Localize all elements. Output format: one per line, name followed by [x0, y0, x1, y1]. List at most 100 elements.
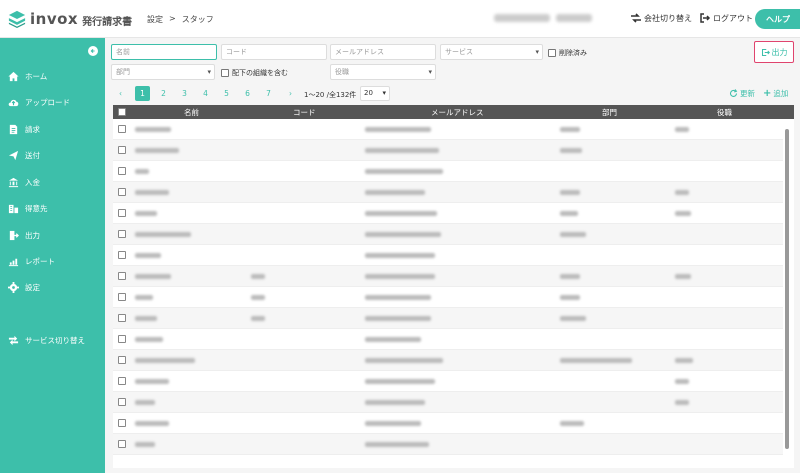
- include-sub-org-checkbox-box[interactable]: [221, 69, 229, 77]
- table-scrollbar[interactable]: [784, 125, 791, 465]
- redacted-cell: [365, 169, 443, 174]
- table-row[interactable]: [113, 329, 783, 350]
- logout-button[interactable]: ログアウト: [699, 12, 753, 24]
- pagination-page-4[interactable]: 4: [198, 86, 213, 101]
- table-row[interactable]: [113, 140, 783, 161]
- row-checkbox[interactable]: [118, 188, 126, 196]
- sidebar-item-send[interactable]: 送付: [0, 147, 105, 163]
- redacted-cell: [365, 358, 443, 363]
- redacted-cell: [365, 148, 439, 153]
- deleted-checkbox-box[interactable]: [548, 49, 556, 57]
- logout-icon: [700, 13, 711, 23]
- sidebar-item-invoice[interactable]: 請求: [0, 121, 105, 137]
- row-checkbox[interactable]: [118, 314, 126, 322]
- column-header-name[interactable]: 名前: [184, 107, 199, 118]
- redacted-cell: [251, 274, 265, 279]
- pagination-page-3[interactable]: 3: [177, 86, 192, 101]
- pagination-page-1[interactable]: 1: [135, 86, 150, 101]
- breadcrumb-settings[interactable]: 設定: [147, 14, 163, 25]
- pagination-page-5[interactable]: 5: [219, 86, 234, 101]
- pagination-page-7[interactable]: 7: [261, 86, 276, 101]
- switch-company-label: 会社切り替え: [644, 13, 692, 23]
- table-row[interactable]: [113, 413, 783, 434]
- row-checkbox[interactable]: [118, 125, 126, 133]
- result-count: 1〜20 /全132件: [304, 91, 357, 99]
- app-logo[interactable]: invox 発行請求書: [8, 9, 132, 29]
- pagination-page-2[interactable]: 2: [156, 86, 171, 101]
- scrollbar-thumb[interactable]: [785, 129, 789, 449]
- redacted-cell: [135, 400, 155, 405]
- redacted-cell: [135, 316, 157, 321]
- redacted-cell: [365, 400, 425, 405]
- pagination-prev[interactable]: ‹: [113, 86, 128, 101]
- user-name-blurred: [556, 14, 592, 22]
- row-checkbox[interactable]: [118, 167, 126, 175]
- table-row[interactable]: [113, 350, 783, 371]
- table-row[interactable]: [113, 266, 783, 287]
- department-filter-select[interactable]: 部門: [111, 64, 215, 80]
- pagination-page-6[interactable]: 6: [240, 86, 255, 101]
- row-checkbox[interactable]: [118, 335, 126, 343]
- switch-company-button[interactable]: 会社切り替え: [630, 12, 692, 24]
- table-row[interactable]: [113, 203, 783, 224]
- table-row[interactable]: [113, 392, 783, 413]
- table-row[interactable]: [113, 308, 783, 329]
- email-filter-input[interactable]: メールアドレス: [330, 44, 436, 60]
- add-button[interactable]: + 追加: [763, 88, 788, 99]
- role-filter-select[interactable]: 役職: [330, 64, 436, 80]
- table-row[interactable]: [113, 161, 783, 182]
- column-header-code[interactable]: コード: [293, 107, 316, 118]
- redacted-cell: [365, 316, 431, 321]
- table-row[interactable]: [113, 371, 783, 392]
- export-button[interactable]: 出力: [754, 41, 794, 63]
- sidebar-item-report[interactable]: レポート: [0, 253, 105, 269]
- row-checkbox[interactable]: [118, 251, 126, 259]
- sidebar-item-upload[interactable]: アップロード: [0, 94, 105, 110]
- include-sub-org-checkbox[interactable]: 配下の組織を含む: [221, 68, 288, 78]
- select-all-checkbox[interactable]: [118, 108, 126, 116]
- pagination-next[interactable]: ›: [283, 86, 298, 101]
- deleted-checkbox[interactable]: 削除済み: [548, 48, 587, 58]
- sidebar-item-export[interactable]: 出力: [0, 227, 105, 243]
- row-checkbox[interactable]: [118, 356, 126, 364]
- refresh-button[interactable]: 更新: [729, 88, 755, 99]
- row-checkbox[interactable]: [118, 146, 126, 154]
- row-checkbox[interactable]: [118, 419, 126, 427]
- row-checkbox[interactable]: [118, 209, 126, 217]
- sidebar-item-payment[interactable]: 入金: [0, 174, 105, 190]
- logout-label: ログアウト: [713, 13, 753, 23]
- per-page-select[interactable]: 20: [360, 86, 390, 101]
- sidebar-item-switch-service[interactable]: サービス切り替え: [0, 332, 105, 348]
- table-row[interactable]: [113, 224, 783, 245]
- sidebar-item-home[interactable]: ホーム: [0, 68, 105, 84]
- export-label: 出力: [771, 47, 788, 57]
- sidebar-item-customers[interactable]: 得意先: [0, 200, 105, 216]
- redacted-cell: [675, 400, 689, 405]
- column-header-email[interactable]: メールアドレス: [431, 107, 484, 118]
- table-row[interactable]: [113, 245, 783, 266]
- row-checkbox[interactable]: [118, 377, 126, 385]
- name-filter-input[interactable]: 名前: [111, 44, 217, 60]
- sidebar-item-settings[interactable]: 設定: [0, 279, 105, 295]
- redacted-cell: [135, 148, 179, 153]
- row-checkbox[interactable]: [118, 440, 126, 448]
- service-filter-select[interactable]: サービス: [440, 44, 543, 60]
- help-button[interactable]: ヘルプ: [755, 9, 800, 29]
- row-checkbox[interactable]: [118, 272, 126, 280]
- row-checkbox[interactable]: [118, 230, 126, 238]
- sidebar: ホーム アップロード 請求 送付 入金 得意先 出力 レポート 設定 サービス切…: [0, 38, 105, 473]
- sidebar-collapse-button[interactable]: [88, 46, 98, 56]
- refresh-label: 更新: [740, 89, 755, 98]
- table-row[interactable]: [113, 119, 783, 140]
- table-row[interactable]: [113, 434, 783, 455]
- table-row[interactable]: [113, 287, 783, 308]
- column-header-department[interactable]: 部門: [602, 107, 617, 118]
- code-filter-input[interactable]: コード: [221, 44, 327, 60]
- table-row[interactable]: [113, 182, 783, 203]
- company-name-blurred: [494, 14, 550, 22]
- row-checkbox[interactable]: [118, 293, 126, 301]
- home-icon: [8, 71, 19, 81]
- row-checkbox[interactable]: [118, 398, 126, 406]
- column-header-role[interactable]: 役職: [717, 107, 732, 118]
- redacted-cell: [365, 337, 421, 342]
